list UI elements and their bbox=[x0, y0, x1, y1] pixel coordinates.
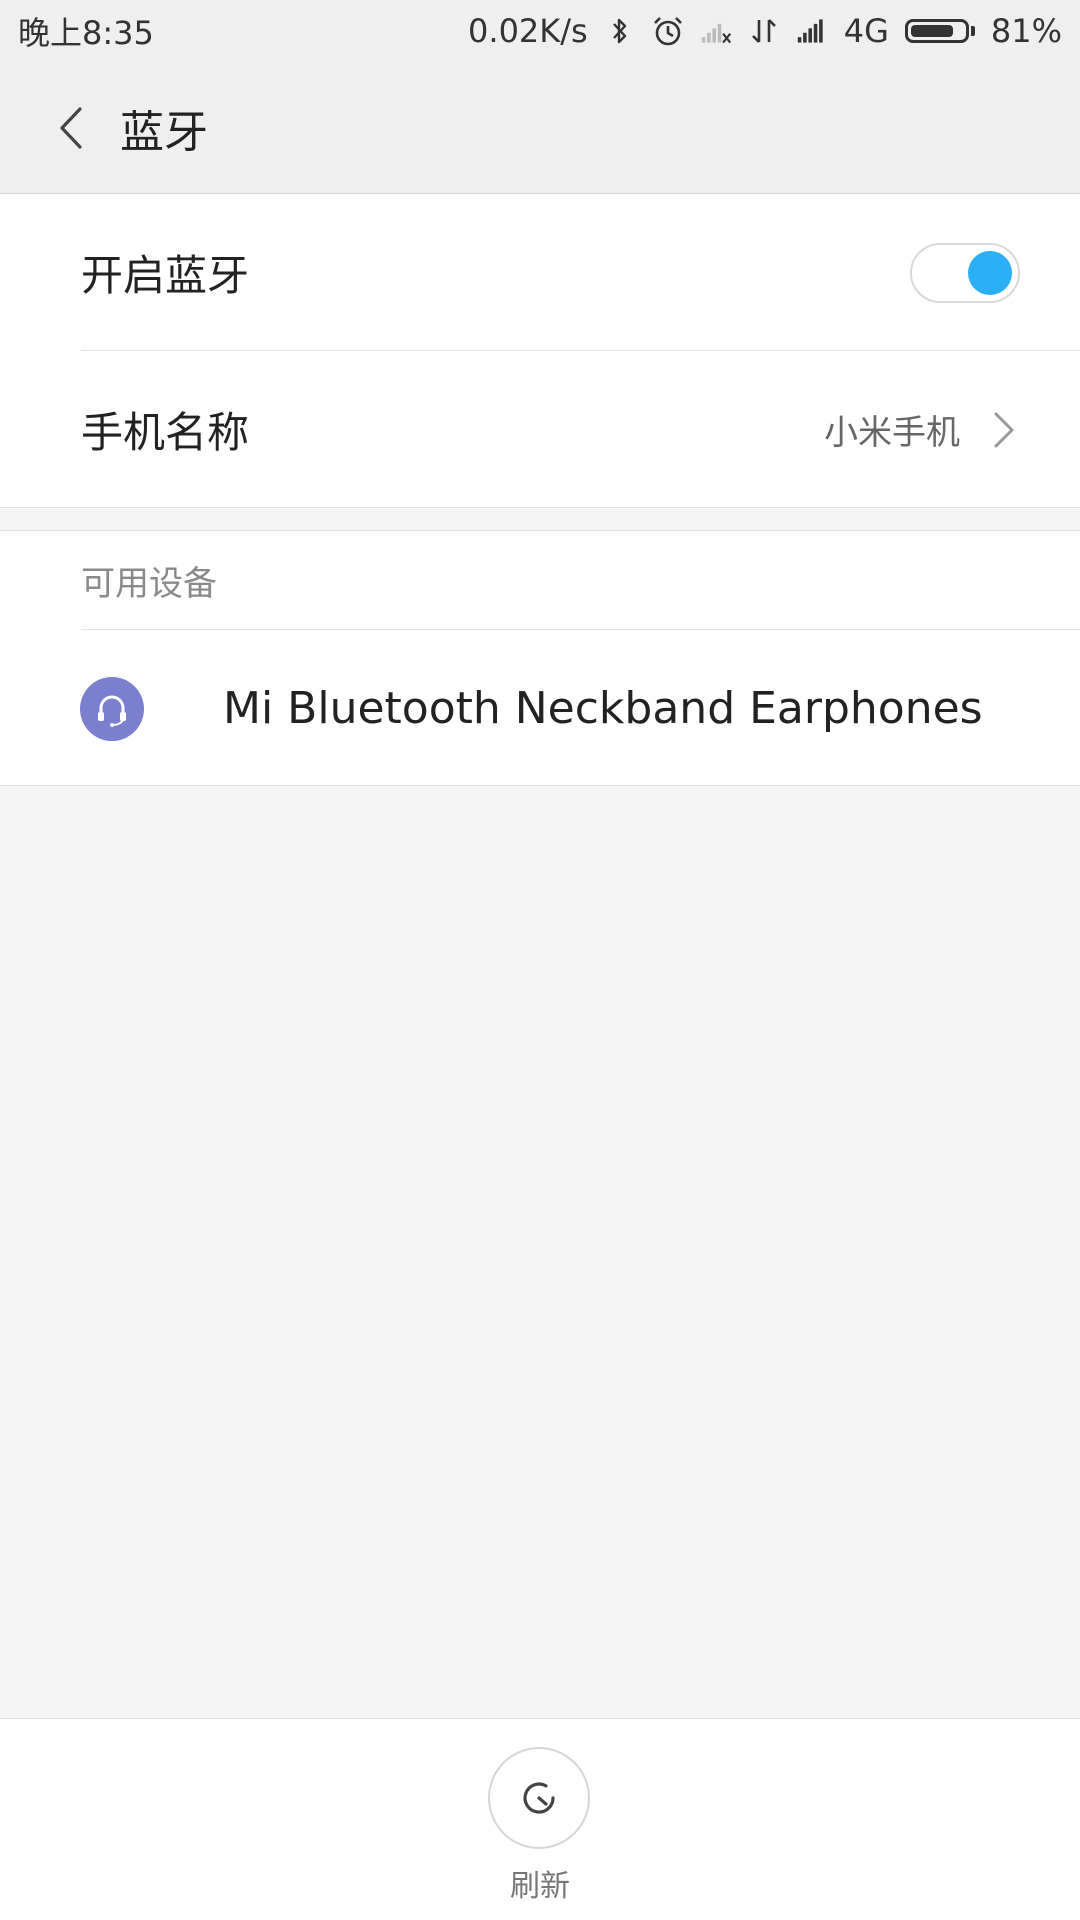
available-devices-header: 可用设备 bbox=[81, 563, 217, 604]
title-bar: 蓝牙 bbox=[0, 62, 1080, 194]
signal-empty-icon bbox=[700, 15, 732, 47]
battery-fill bbox=[910, 25, 953, 37]
page-title: 蓝牙 bbox=[120, 106, 208, 158]
back-button[interactable] bbox=[22, 78, 122, 178]
available-devices-card: 可用设备 Mi Bluetooth Neckband Earphones bbox=[0, 530, 1080, 786]
back-arrow-icon bbox=[60, 106, 82, 149]
device-name: Mi Bluetooth Neckband Earphones bbox=[223, 682, 983, 734]
refresh-button[interactable] bbox=[488, 1747, 590, 1849]
status-indicators: 0.02K/s 4G 81% bbox=[468, 12, 1062, 50]
alarm-icon bbox=[652, 15, 684, 47]
refresh-label: 刷新 bbox=[510, 1869, 570, 1904]
phone-name-row[interactable]: 手机名称 小米手机 bbox=[0, 351, 1080, 508]
device-list-item[interactable]: Mi Bluetooth Neckband Earphones bbox=[0, 630, 1080, 786]
battery-percent: 81% bbox=[990, 12, 1062, 50]
data-transfer-icon bbox=[748, 15, 780, 47]
network-type: 4G bbox=[843, 12, 889, 50]
net-speed: 0.02K/s bbox=[468, 12, 588, 50]
phone-name-label: 手机名称 bbox=[81, 408, 250, 457]
refresh-icon bbox=[523, 1782, 555, 1814]
signal-full-icon bbox=[796, 15, 828, 47]
bottom-action-bar: 刷新 bbox=[0, 1718, 1080, 1920]
bluetooth-icon bbox=[604, 15, 636, 47]
status-bar: 晚上8:35 0.02K/s 4G 81% bbox=[0, 0, 1080, 62]
phone-name-value: 小米手机 bbox=[824, 413, 960, 453]
bluetooth-toggle-switch[interactable] bbox=[910, 242, 1020, 303]
battery-icon bbox=[904, 19, 975, 43]
toggle-knob bbox=[968, 250, 1012, 295]
headset-icon bbox=[80, 677, 144, 741]
bluetooth-toggle-row[interactable]: 开启蓝牙 bbox=[0, 194, 1080, 351]
chevron-right-icon bbox=[984, 410, 1024, 450]
bluetooth-settings-card: 开启蓝牙 手机名称 小米手机 bbox=[0, 194, 1080, 508]
status-time: 晚上8:35 bbox=[18, 14, 154, 52]
bluetooth-toggle-label: 开启蓝牙 bbox=[81, 251, 250, 300]
